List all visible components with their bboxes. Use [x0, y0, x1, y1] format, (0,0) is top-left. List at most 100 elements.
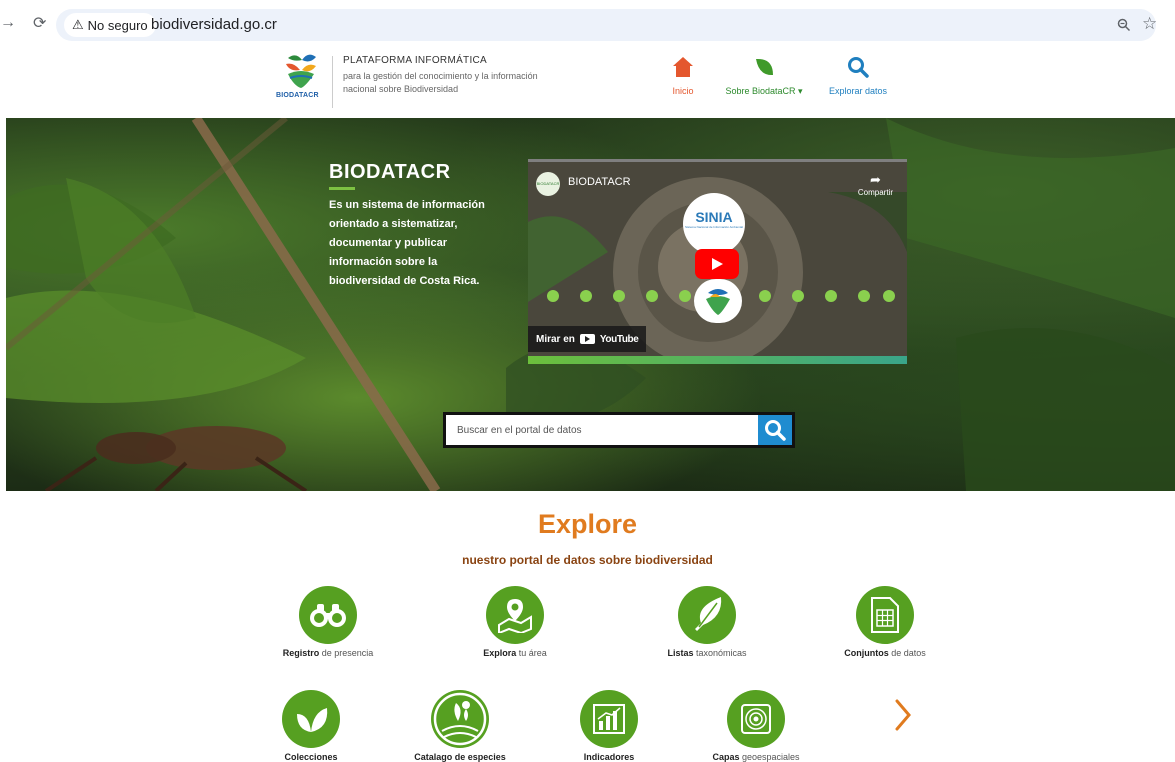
tile-caption-rest: tu área [516, 648, 547, 658]
tile-caption: Indicadores [553, 752, 665, 762]
tile-caption-bold: Capas [712, 752, 740, 762]
network-dot [580, 290, 592, 302]
channel-avatar[interactable]: BIODATACR [536, 172, 560, 196]
nav-inicio[interactable]: Inicio [664, 56, 702, 96]
security-label: No seguro [87, 17, 148, 33]
bookmark-star-icon[interactable]: ☆ [1142, 14, 1157, 34]
carousel-next-arrow[interactable] [891, 697, 915, 733]
tile-capas-geoespaciales[interactable]: Capas geoespaciales [696, 690, 816, 762]
logo-text: BIODATACR [276, 92, 319, 99]
nav-sobre-biodatacr[interactable]: Sobre BiodataCR ▾ [716, 56, 812, 97]
tile-caption-bold: Indicadores [583, 752, 635, 762]
tile-caption-rest: geoespaciales [739, 752, 800, 762]
forward-icon[interactable]: → [0, 14, 16, 32]
explore-title: Explore [537, 509, 638, 539]
play-button[interactable] [695, 249, 739, 279]
tile-catalago-especies[interactable]: Catalago de especies [400, 690, 520, 762]
channel-name[interactable]: BIODATACR [568, 176, 631, 188]
search-input[interactable] [446, 415, 758, 445]
nav-explorar-datos[interactable]: Explorar datos [822, 56, 894, 96]
network-dot [759, 290, 771, 302]
nav-inicio-label: Inicio [672, 86, 694, 96]
network-dot [825, 290, 837, 302]
tile-caption-rest: taxonómicas [693, 648, 747, 658]
browser-toolbar: → ⟳ ⚠ No seguro biodiversidad.go.cr ☆ [0, 0, 1175, 46]
hero-description: Es un sistema de información orientado a… [329, 199, 485, 287]
tile-caption: Registro de presencia [258, 648, 398, 658]
security-chip[interactable]: ⚠ No seguro [64, 13, 156, 37]
biodatacr-badge [694, 279, 742, 323]
tile-caption: Capas geoespaciales [696, 752, 816, 762]
nav-sobre-label: Sobre BiodataCR ▾ [725, 86, 803, 96]
search-icon [848, 57, 869, 78]
home-icon [673, 57, 693, 77]
tile-caption-bold: Catalago de especies [414, 752, 506, 762]
tile-caption-rest: de presencia [319, 648, 374, 658]
sinia-logo: SINIA Sistema Nacional de Información Am… [683, 193, 745, 255]
feather-icon [678, 586, 736, 644]
platform-line-3: nacional sobre Biodiversidad [343, 84, 459, 94]
watch-label: Mirar en [536, 333, 575, 345]
share-button[interactable]: ➦ Compartir [858, 172, 893, 197]
species-catalog-icon [431, 690, 489, 748]
url-text[interactable]: biodiversidad.go.cr [151, 16, 277, 33]
portal-search [443, 412, 795, 448]
binoculars-icon [299, 586, 357, 644]
nav-explorar-label: Explorar datos [828, 86, 888, 96]
hero-title: BIODATACR [329, 161, 451, 183]
explore-subtitle: nuestro portal de datos sobre biodiversi… [462, 553, 713, 567]
tile-caption-rest: de datos [888, 648, 926, 658]
tile-explora-area[interactable]: Explora tu área [445, 586, 585, 658]
network-dot [883, 290, 895, 302]
header-divider [332, 56, 333, 108]
platform-subtitle: para la gestión del conocimiento y la in… [343, 70, 573, 96]
tile-registro-presencia[interactable]: Registro de presencia [258, 586, 398, 658]
tile-caption: Colecciones [255, 752, 367, 762]
hero-title-underline [329, 187, 355, 190]
tile-listas-taxonomicas[interactable]: Listas taxonómicas [637, 586, 777, 658]
leaves-icon [282, 690, 340, 748]
platform-title: PLATAFORMA INFORMÁTICA [343, 55, 488, 66]
bar-chart-icon [580, 690, 638, 748]
tile-caption-bold: Conjuntos [844, 648, 889, 658]
share-icon: ➦ [869, 172, 881, 187]
search-button[interactable] [758, 415, 792, 445]
layers-icon [727, 690, 785, 748]
map-pin-icon [486, 586, 544, 644]
leaf-icon [756, 58, 773, 76]
tile-caption-bold: Listas [667, 648, 694, 658]
network-dot [646, 290, 658, 302]
platform-description: PLATAFORMA INFORMÁTICA para la gestión d… [343, 55, 573, 96]
tile-caption: Conjuntos de datos [815, 648, 955, 658]
youtube-video-embed[interactable]: BIODATACR BIODATACR ➦ Compartir SINIA Si… [528, 159, 907, 364]
watch-on-youtube[interactable]: Mirar en YouTube [528, 326, 647, 352]
youtube-icon [579, 334, 595, 344]
site-header [0, 46, 1175, 118]
search-icon [765, 420, 786, 441]
tile-conjuntos-datos[interactable]: Conjuntos de datos [815, 586, 955, 658]
tile-caption-bold: Explora [483, 648, 517, 658]
video-bottom-stripe [528, 356, 907, 364]
zoom-icon[interactable] [1117, 18, 1131, 35]
tile-caption: Explora tu área [445, 648, 585, 658]
network-dot [792, 290, 804, 302]
network-dot [858, 290, 870, 302]
warning-icon: ⚠ [72, 17, 84, 32]
tile-caption-bold: Registro [282, 648, 320, 658]
youtube-wordmark: YouTube [599, 333, 639, 345]
share-label: Compartir [857, 188, 893, 197]
tile-caption: Catalago de especies [400, 752, 520, 762]
tile-indicadores[interactable]: Indicadores [553, 690, 665, 762]
sinia-subtitle: Sistema Nacional de Información Ambienta… [684, 225, 744, 229]
sinia-label: SINIA [695, 209, 733, 225]
tile-colecciones[interactable]: Colecciones [255, 690, 367, 762]
network-dot [547, 290, 559, 302]
tile-caption-bold: Colecciones [284, 752, 338, 762]
hero-banner: BIODATACR Es un sistema de información o… [6, 118, 1175, 491]
platform-line-2: para la gestión del conocimiento y la in… [343, 71, 538, 81]
spreadsheet-icon [856, 586, 914, 644]
network-dot [679, 290, 691, 302]
tile-caption: Listas taxonómicas [637, 648, 777, 658]
reload-icon[interactable]: ⟳ [33, 13, 46, 33]
address-bar[interactable]: ⚠ No seguro biodiversidad.go.cr [56, 9, 1156, 41]
